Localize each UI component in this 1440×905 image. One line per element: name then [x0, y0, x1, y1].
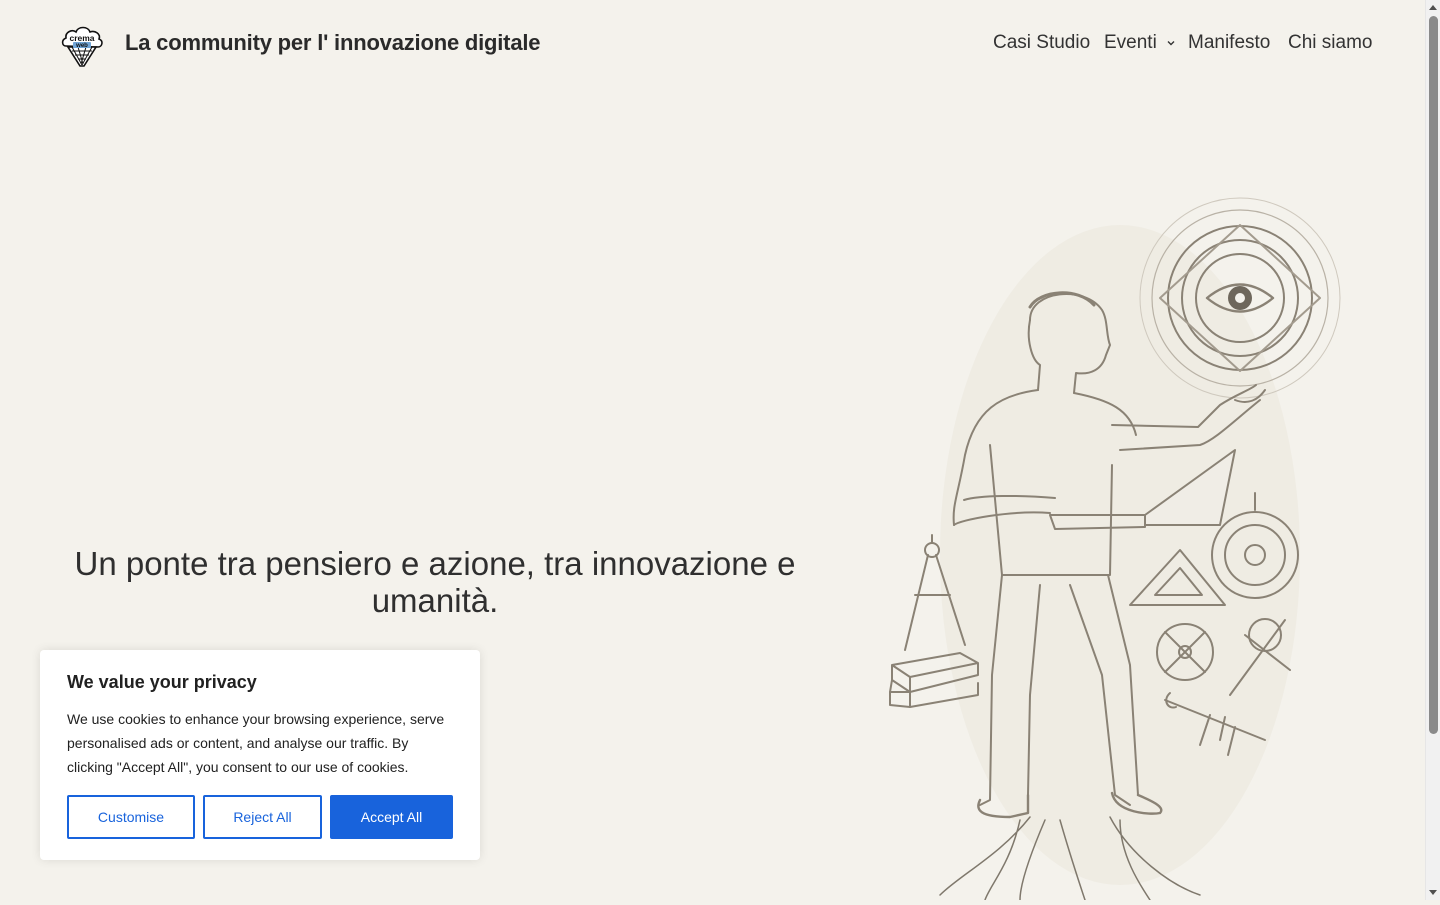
site-header: crema web La community per l' innovazion…: [0, 0, 1425, 88]
scroll-up-arrow-icon[interactable]: [1429, 5, 1437, 10]
cookie-banner: We value your privacy We use cookies to …: [40, 650, 480, 860]
nav-item-casi-studio[interactable]: Casi Studio: [993, 32, 1090, 54]
chevron-down-icon: [1167, 40, 1175, 46]
scroll-down-arrow-icon[interactable]: [1429, 890, 1437, 895]
nav-item-chi-siamo[interactable]: Chi siamo: [1288, 32, 1372, 54]
reject-all-button[interactable]: Reject All: [203, 795, 322, 839]
cookie-banner-text: We use cookies to enhance your browsing …: [67, 711, 445, 775]
nav-item-manifesto[interactable]: Manifesto: [1188, 32, 1270, 54]
page-scrollbar[interactable]: [1425, 0, 1440, 900]
main-nav: Casi Studio Eventi Manifesto Chi siamo: [0, 32, 1425, 56]
customise-button[interactable]: Customise: [67, 795, 195, 839]
nav-item-eventi-label: Eventi: [1104, 32, 1157, 53]
hero-headline: Un ponte tra pensiero e azione, tra inno…: [74, 545, 796, 620]
accept-all-button[interactable]: Accept All: [330, 795, 453, 839]
hero-illustration: [880, 195, 1360, 901]
cookie-banner-title: We value your privacy: [67, 672, 257, 692]
scrollbar-thumb[interactable]: [1429, 16, 1438, 734]
cookie-button-group: Customise Reject All Accept All: [67, 795, 467, 839]
nav-item-eventi[interactable]: Eventi: [1104, 32, 1176, 54]
